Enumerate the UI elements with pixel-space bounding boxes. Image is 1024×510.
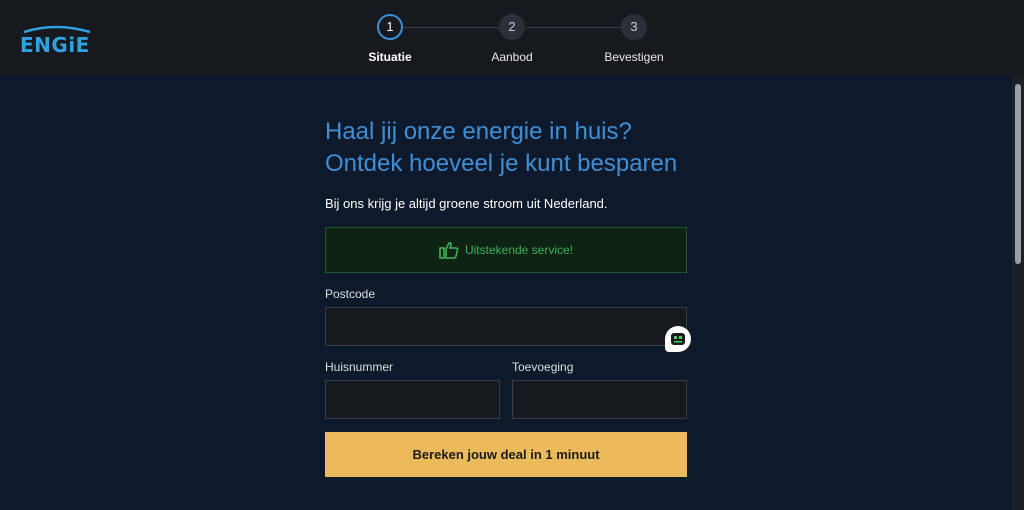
step-label: Situatie bbox=[368, 50, 412, 64]
engie-logo[interactable]: ENGiE bbox=[18, 24, 94, 57]
step-number: 2 bbox=[499, 14, 525, 40]
huisnummer-label: Huisnummer bbox=[325, 360, 394, 374]
step-label: Bevestigen bbox=[604, 50, 664, 64]
chatbot-icon bbox=[671, 333, 685, 345]
step-situatie: 1 Situatie bbox=[340, 14, 440, 64]
service-badge-text: Uitstekende service! bbox=[464, 243, 574, 257]
step-aanbod: 2 Aanbod bbox=[462, 14, 562, 64]
page-title: Haal jij onze energie in huis? Ontdek ho… bbox=[325, 118, 678, 177]
top-navigation-bar: ENGiE 1 Situatie 2 Aanbod 3 Bevestigen bbox=[0, 0, 1024, 76]
step-number: 3 bbox=[621, 14, 647, 40]
step-number: 1 bbox=[377, 14, 403, 40]
logo-text: ENGiE bbox=[20, 33, 90, 57]
main-content: Haal jij onze energie in huis? Ontdek ho… bbox=[325, 116, 687, 477]
step-bevestigen: 3 Bevestigen bbox=[584, 14, 684, 64]
progress-stepper: 1 Situatie 2 Aanbod 3 Bevestigen bbox=[340, 12, 700, 72]
toevoeging-label: Toevoeging bbox=[512, 360, 574, 374]
postcode-label: Postcode bbox=[325, 287, 376, 301]
postcode-input[interactable] bbox=[325, 307, 687, 346]
scrollbar-thumb[interactable] bbox=[1015, 84, 1021, 264]
calculate-deal-button[interactable]: Bereken jouw deal in 1 minuut bbox=[325, 432, 687, 477]
thumbs-up-icon bbox=[439, 241, 459, 259]
step-label: Aanbod bbox=[491, 50, 533, 64]
service-badge: Uitstekende service! bbox=[325, 227, 687, 273]
toevoeging-input[interactable] bbox=[512, 380, 687, 419]
huisnummer-input[interactable] bbox=[325, 380, 500, 419]
chat-button[interactable] bbox=[665, 326, 691, 352]
page-scrollbar[interactable] bbox=[1012, 76, 1024, 510]
page-subtitle: Bij ons krijg je altijd groene stroom ui… bbox=[325, 196, 608, 211]
